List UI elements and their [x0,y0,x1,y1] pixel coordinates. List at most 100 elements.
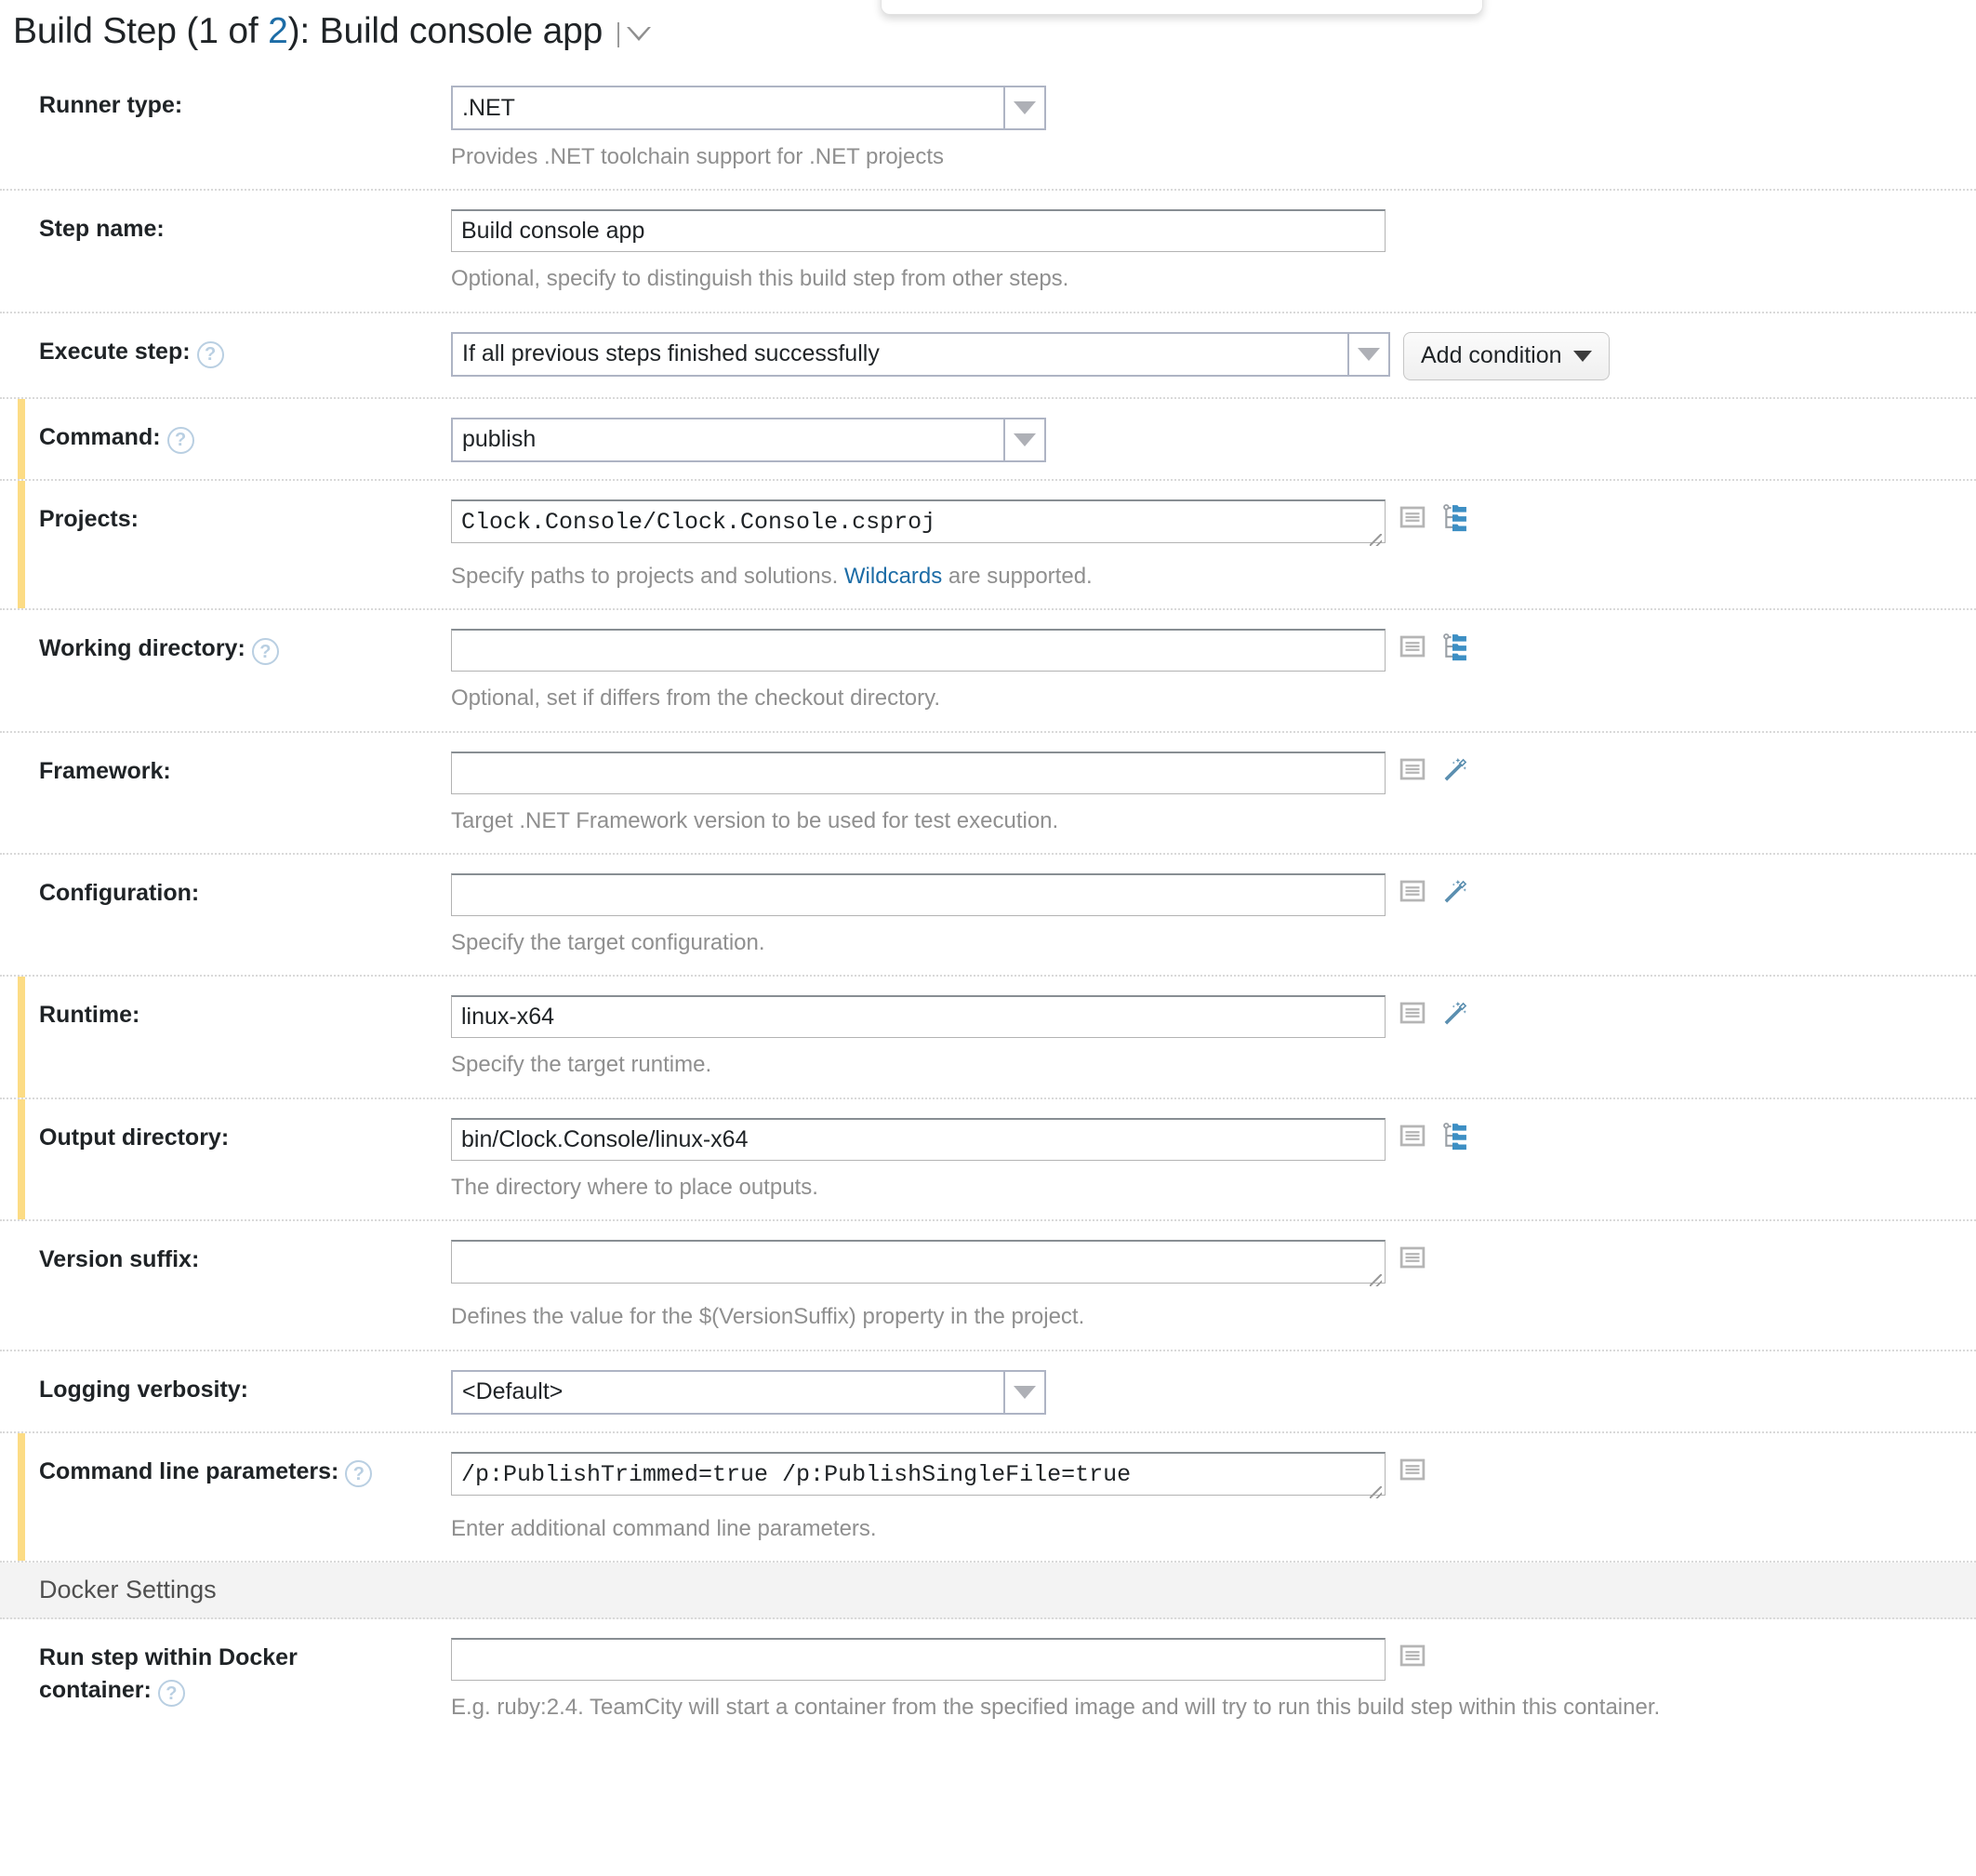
modified-marker [18,610,25,730]
modified-marker [18,977,25,1098]
chevron-down-icon[interactable] [1347,333,1388,375]
command-line-parameters-textarea-wrap: /p:PublishTrimmed=true /p:PublishSingleF… [451,1451,1386,1502]
hint-projects-post: are supported. [942,563,1093,589]
list-icon[interactable] [1399,1642,1426,1670]
field-row-step-name: Step name: Optional, specify to distingu… [0,191,1976,313]
modified-marker [18,398,25,479]
field-group-version-suffix: Defines the value for the $(VersionSuffi… [451,1221,1976,1349]
add-condition-button[interactable]: Add condition [1403,331,1610,380]
command-line-parameters-icons [1399,1452,1426,1484]
magic-wand-icon[interactable] [1441,877,1471,907]
framework-icons [1399,752,1471,785]
modified-marker [18,313,25,397]
magic-wand-icon[interactable] [1441,999,1471,1029]
chevron-down-icon[interactable] [1003,1371,1044,1413]
hint-working-directory: Optional, set if differs from the checko… [451,685,941,712]
docker-container-input[interactable] [451,1637,1386,1681]
field-group-logging-verbosity: <Default> [451,1351,1976,1431]
runner-type-select[interactable]: .NET [451,86,1046,130]
help-icon[interactable]: ? [251,638,279,666]
list-icon[interactable] [1399,1122,1426,1150]
list-icon[interactable] [1399,755,1426,783]
label-command-line-parameters: Command line parameters:? [0,1433,451,1498]
folder-tree-icon[interactable] [1441,632,1471,662]
chevron-down-icon[interactable] [1003,419,1044,460]
logging-verbosity-select[interactable]: <Default> [451,1369,1046,1415]
field-group-output-directory: The directory where to place outputs. [451,1099,1976,1219]
field-row-runner-type: Runner type: .NET Provides .NET toolchai… [0,67,1976,192]
field-group-runtime: Specify the target runtime. [451,977,1976,1097]
working-directory-input[interactable] [451,629,1386,672]
version-suffix-textarea[interactable] [451,1240,1386,1284]
label-text: Output directory: [39,1124,230,1151]
label-logging-verbosity: Logging verbosity: [0,1351,451,1417]
step-name-input[interactable] [451,209,1386,253]
field-row-working-directory: Working directory:? Optional, set if dif… [0,610,1976,733]
label-text: Execute step: [39,338,191,365]
projects-textarea[interactable]: Clock.Console/Clock.Console.csproj [451,499,1386,543]
configuration-input[interactable] [451,872,1386,916]
output-directory-input[interactable] [451,1117,1386,1161]
field-row-runtime: Runtime: Specify the target runtime. [0,977,1976,1099]
label-execute-step: Execute step:? [0,313,451,379]
version-suffix-textarea-wrap [451,1240,1386,1290]
chevron-down-icon[interactable] [627,23,652,41]
page-title-row: Build Step (1 of 2): Build console app [13,11,652,52]
floating-panel [881,0,1483,15]
help-icon[interactable]: ? [196,340,224,368]
help-icon[interactable]: ? [157,1680,185,1708]
chevron-down-icon[interactable] [1003,87,1044,128]
command-select[interactable]: publish [451,417,1046,462]
label-text: Runner type: [39,92,183,118]
label-text: Configuration: [39,879,200,906]
label-runner-type: Runner type: [0,67,451,132]
hint-step-name: Optional, specify to distinguish this bu… [451,266,1069,292]
list-icon[interactable] [1399,1456,1426,1484]
page-title-step-count[interactable]: 2 [268,11,288,51]
magic-wand-icon[interactable] [1441,755,1471,785]
field-row-logging-verbosity: Logging verbosity: <Default> [0,1351,1976,1433]
page-title-prefix: Build Step (1 of [13,11,269,51]
label-text: Command line parameters: [39,1457,339,1484]
runtime-input[interactable] [451,995,1386,1039]
execute-step-select[interactable]: If all previous steps finished successfu… [451,331,1390,377]
modified-marker [18,1221,25,1349]
help-icon[interactable]: ? [166,426,194,454]
modified-marker [18,855,25,975]
hint-command-line-parameters: Enter additional command line parameters… [451,1515,877,1541]
folder-tree-icon[interactable] [1441,503,1471,533]
wildcards-link[interactable]: Wildcards [844,564,942,589]
projects-icons [1399,499,1471,533]
output-directory-icons [1399,1118,1471,1151]
hint-runtime: Specify the target runtime. [451,1052,712,1078]
modified-marker [18,733,25,853]
command-line-parameters-textarea[interactable]: /p:PublishTrimmed=true /p:PublishSingleF… [451,1451,1386,1496]
docker-container-icons [1399,1638,1426,1670]
field-group-command: publish [451,399,1976,479]
version-suffix-icons [1399,1240,1426,1271]
list-icon[interactable] [1399,1244,1426,1271]
label-text: Logging verbosity: [39,1376,248,1403]
help-icon[interactable]: ? [345,1460,373,1488]
list-icon[interactable] [1399,877,1426,905]
projects-textarea-wrap: Clock.Console/Clock.Console.csproj [451,499,1386,550]
label-text: Step name: [39,216,165,243]
field-row-docker-container: Run step within Docker container:? E.g. r… [0,1619,1976,1739]
modified-marker [18,1098,25,1220]
working-directory-icons [1399,629,1471,662]
label-text: Projects: [39,505,139,532]
runner-type-value: .NET [462,94,515,121]
list-icon[interactable] [1399,503,1426,531]
label-text-line2: container: [39,1677,152,1704]
modified-marker [18,191,25,311]
framework-input[interactable] [451,751,1386,794]
list-icon[interactable] [1399,632,1426,660]
label-text: Command: [39,423,161,450]
folder-tree-icon[interactable] [1441,1122,1471,1151]
page-title: Build Step (1 of 2): Build console app [13,11,603,52]
label-command: Command:? [0,399,451,464]
label-text: Framework: [39,757,171,784]
field-group-docker-container: E.g. ruby:2.4. TeamCity will start a con… [451,1619,1976,1739]
label-working-directory: Working directory:? [0,610,451,675]
list-icon[interactable] [1399,999,1426,1027]
